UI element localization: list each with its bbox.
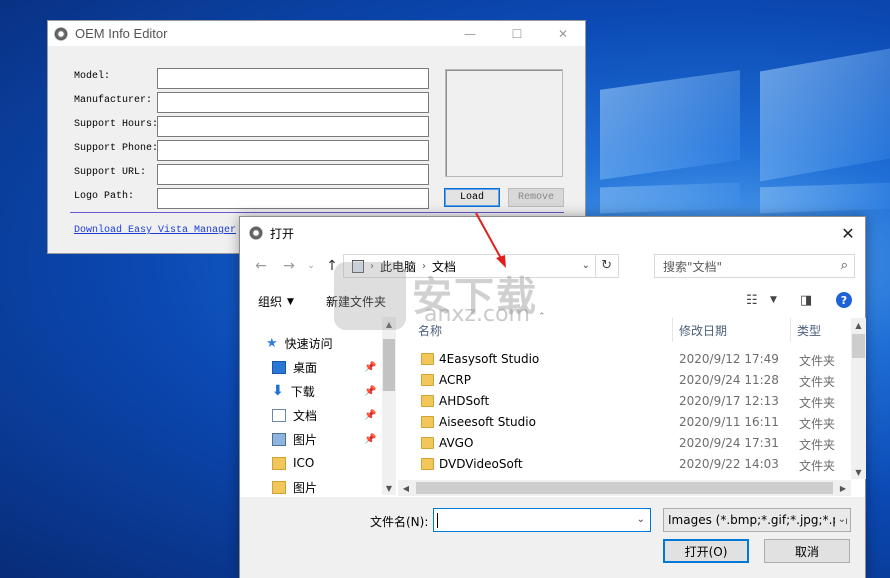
arrow-head-icon [496,255,506,268]
annotation-arrow [475,212,506,268]
arrow-shaft [475,212,504,263]
